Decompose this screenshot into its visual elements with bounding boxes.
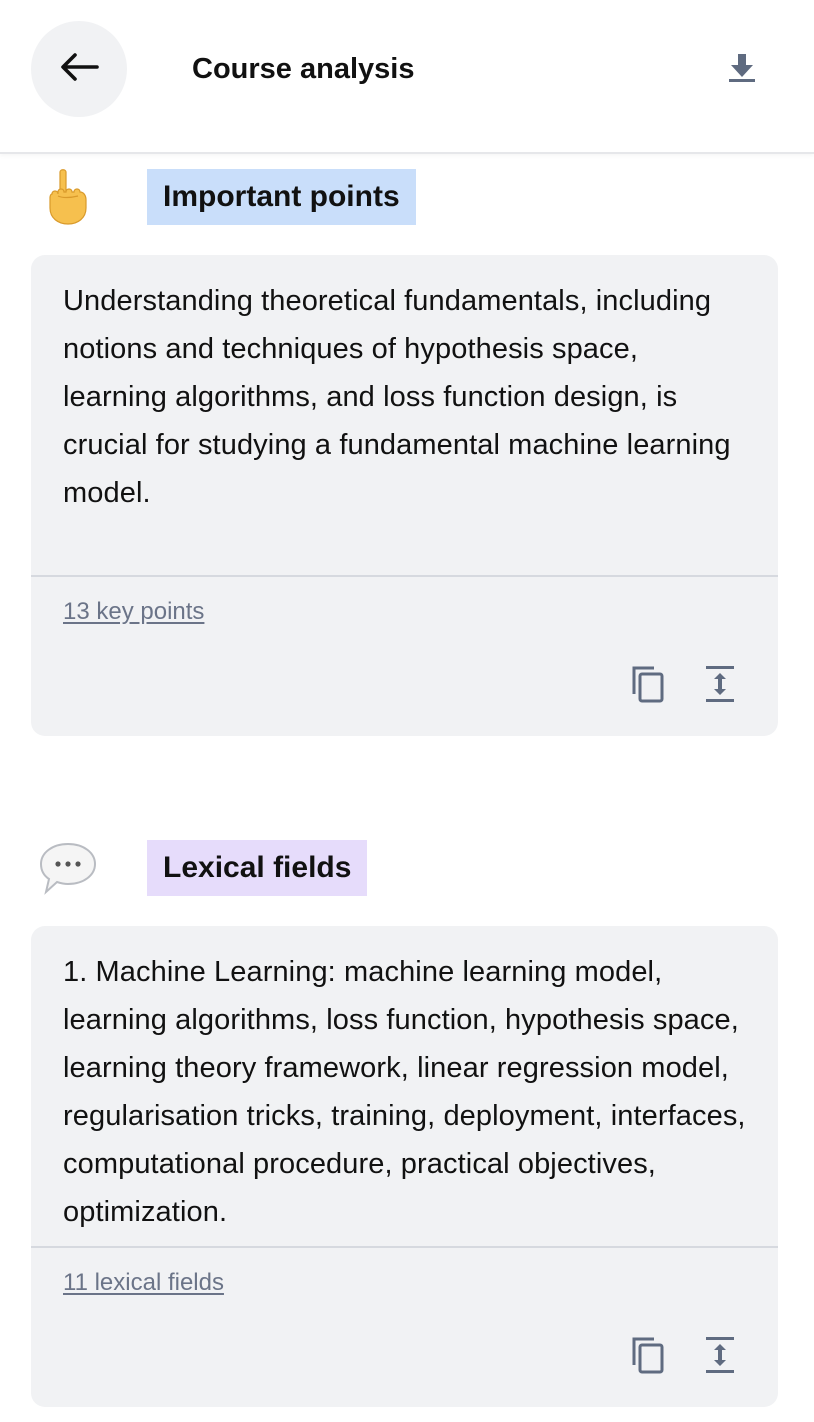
expand-button[interactable] (694, 1332, 746, 1382)
copy-button[interactable] (622, 1332, 674, 1382)
card-actions (622, 661, 746, 711)
expand-button[interactable] (694, 661, 746, 711)
arrow-left-icon (59, 52, 99, 87)
card-divider (31, 575, 778, 577)
download-icon (728, 52, 756, 89)
card-divider (31, 1246, 778, 1248)
lexical-fields-card: 1. Machine Learning: machine learning mo… (31, 926, 778, 1407)
card-actions (622, 1332, 746, 1382)
important-points-card: Understanding theoretical fundamentals, … (31, 255, 778, 736)
important-points-body: Understanding theoretical fundamentals, … (31, 255, 778, 575)
back-button[interactable] (31, 21, 127, 117)
copy-icon (630, 664, 666, 709)
important-points-text: Understanding theoretical fundamentals, … (63, 285, 731, 509)
lexical-fields-body: 1. Machine Learning: machine learning mo… (31, 926, 778, 1246)
download-button[interactable] (716, 44, 768, 96)
key-points-link[interactable]: 13 key points (63, 597, 204, 627)
page-title: Course analysis (192, 53, 415, 85)
copy-icon (630, 1335, 666, 1380)
section-important-points-header: Important points (0, 167, 814, 229)
expand-icon (705, 665, 735, 708)
top-bar: Course analysis (0, 0, 814, 154)
expand-icon (705, 1336, 735, 1379)
speech-bubble-emoji-icon (38, 838, 98, 898)
section-title-important-points: Important points (147, 169, 416, 225)
section-title-lexical-fields: Lexical fields (147, 840, 368, 896)
course-analysis-page: Course analysis Important points Underst… (0, 0, 814, 1422)
section-lexical-fields-header: Lexical fields (0, 838, 814, 900)
lexical-fields-text: 1. Machine Learning: machine learning mo… (63, 956, 746, 1228)
lexical-fields-link[interactable]: 11 lexical fields (63, 1268, 224, 1298)
pointing-up-emoji-icon (38, 167, 98, 227)
copy-button[interactable] (622, 661, 674, 711)
